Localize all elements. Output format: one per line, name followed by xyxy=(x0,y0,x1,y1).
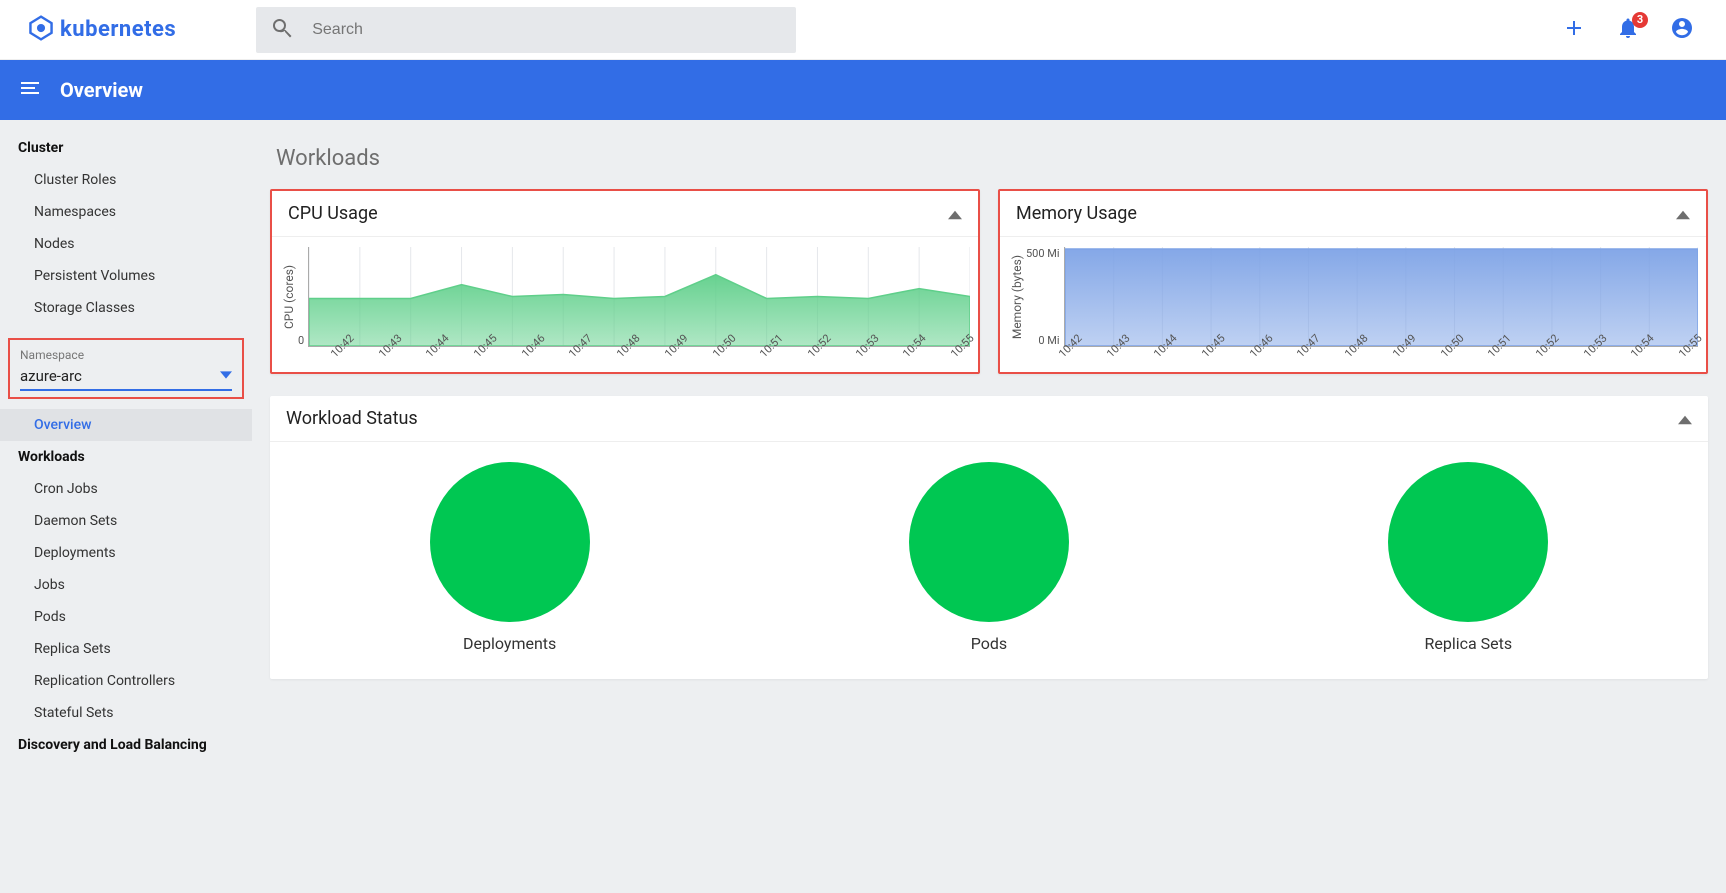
workload-status-card: Workload Status Deployments Pods Replica… xyxy=(270,396,1708,679)
status-replicasets: Replica Sets xyxy=(1388,462,1548,653)
create-button[interactable] xyxy=(1562,16,1586,44)
user-icon xyxy=(1670,16,1694,44)
collapse-cpu-button[interactable] xyxy=(948,207,962,221)
sidebar-section-workloads[interactable]: Workloads xyxy=(0,441,252,473)
mem-ytick-bottom: 0 Mi xyxy=(1038,334,1059,347)
mem-chart: Memory (bytes) 500 Mi 0 Mi 10:4210:4310:… xyxy=(1000,237,1706,372)
menu-icon[interactable] xyxy=(18,76,60,104)
cpu-card-title: CPU Usage xyxy=(288,203,378,224)
sidebar-item-namespaces[interactable]: Namespaces xyxy=(0,196,252,228)
kubernetes-logo-icon xyxy=(28,15,54,45)
sidebar-item-cluster-roles[interactable]: Cluster Roles xyxy=(0,164,252,196)
collapse-status-button[interactable] xyxy=(1678,412,1692,426)
collapse-mem-button[interactable] xyxy=(1676,207,1690,221)
account-button[interactable] xyxy=(1670,16,1694,44)
topbar-actions: 3 xyxy=(1562,16,1694,44)
workload-status-title: Workload Status xyxy=(286,408,418,429)
mem-y-axis-label: Memory (bytes) xyxy=(1008,247,1026,347)
cpu-y-axis-label: CPU (cores) xyxy=(280,247,298,347)
notification-badge: 3 xyxy=(1632,12,1648,28)
sidebar-item-replica-sets[interactable]: Replica Sets xyxy=(0,633,252,665)
plus-icon xyxy=(1562,16,1586,44)
search-input[interactable] xyxy=(312,21,782,39)
sidebar-item-overview[interactable]: Overview xyxy=(0,409,252,441)
notifications-button[interactable]: 3 xyxy=(1616,16,1640,44)
page-title: Workloads xyxy=(276,146,1708,171)
sidebar-item-replication-controllers[interactable]: Replication Controllers xyxy=(0,665,252,697)
sidebar-item-persistent-volumes[interactable]: Persistent Volumes xyxy=(0,260,252,292)
namespace-value: azure-arc xyxy=(20,367,82,385)
dropdown-icon xyxy=(220,366,232,385)
cpu-chart: CPU (cores) 0 10:4210:4310:4410:4510:461… xyxy=(272,237,978,372)
status-label-pods: Pods xyxy=(971,634,1007,653)
status-circle-deployments xyxy=(430,462,590,622)
main-content: Workloads CPU Usage CPU (cores) 0 xyxy=(252,120,1726,761)
sidebar-item-stateful-sets[interactable]: Stateful Sets xyxy=(0,697,252,729)
status-deployments: Deployments xyxy=(430,462,590,653)
namespace-selector: Namespace azure-arc xyxy=(8,338,244,399)
sidebar: Cluster Cluster Roles Namespaces Nodes P… xyxy=(0,120,252,761)
mem-card-title: Memory Usage xyxy=(1016,203,1137,224)
top-bar: kubernetes 3 xyxy=(0,0,1726,60)
brand-name: kubernetes xyxy=(60,17,176,42)
sidebar-section-cluster[interactable]: Cluster xyxy=(0,132,252,164)
sidebar-item-daemon-sets[interactable]: Daemon Sets xyxy=(0,505,252,537)
cpu-ytick-bottom: 0 xyxy=(298,334,304,347)
sidebar-item-jobs[interactable]: Jobs xyxy=(0,569,252,601)
sidebar-item-cron-jobs[interactable]: Cron Jobs xyxy=(0,473,252,505)
sidebar-item-storage-classes[interactable]: Storage Classes xyxy=(0,292,252,324)
sidebar-item-nodes[interactable]: Nodes xyxy=(0,228,252,260)
status-pods: Pods xyxy=(909,462,1069,653)
page-header-title: Overview xyxy=(60,78,143,102)
status-circle-pods xyxy=(909,462,1069,622)
namespace-select[interactable]: azure-arc xyxy=(20,362,232,391)
search-box[interactable] xyxy=(256,7,796,53)
status-circle-replicasets xyxy=(1388,462,1548,622)
sidebar-section-discovery[interactable]: Discovery and Load Balancing xyxy=(0,729,252,761)
status-label-replicasets: Replica Sets xyxy=(1424,634,1512,653)
sidebar-item-deployments[interactable]: Deployments xyxy=(0,537,252,569)
sidebar-item-pods[interactable]: Pods xyxy=(0,601,252,633)
page-header-bar: Overview xyxy=(0,60,1726,120)
namespace-label: Namespace xyxy=(20,348,232,362)
mem-ytick-top: 500 Mi xyxy=(1026,247,1060,260)
memory-usage-card: Memory Usage Memory (bytes) 500 Mi 0 Mi … xyxy=(998,189,1708,374)
brand-logo[interactable]: kubernetes xyxy=(28,15,176,45)
status-label-deployments: Deployments xyxy=(463,634,556,653)
search-icon xyxy=(270,16,312,44)
cpu-usage-card: CPU Usage CPU (cores) 0 10:4210:4310:441… xyxy=(270,189,980,374)
